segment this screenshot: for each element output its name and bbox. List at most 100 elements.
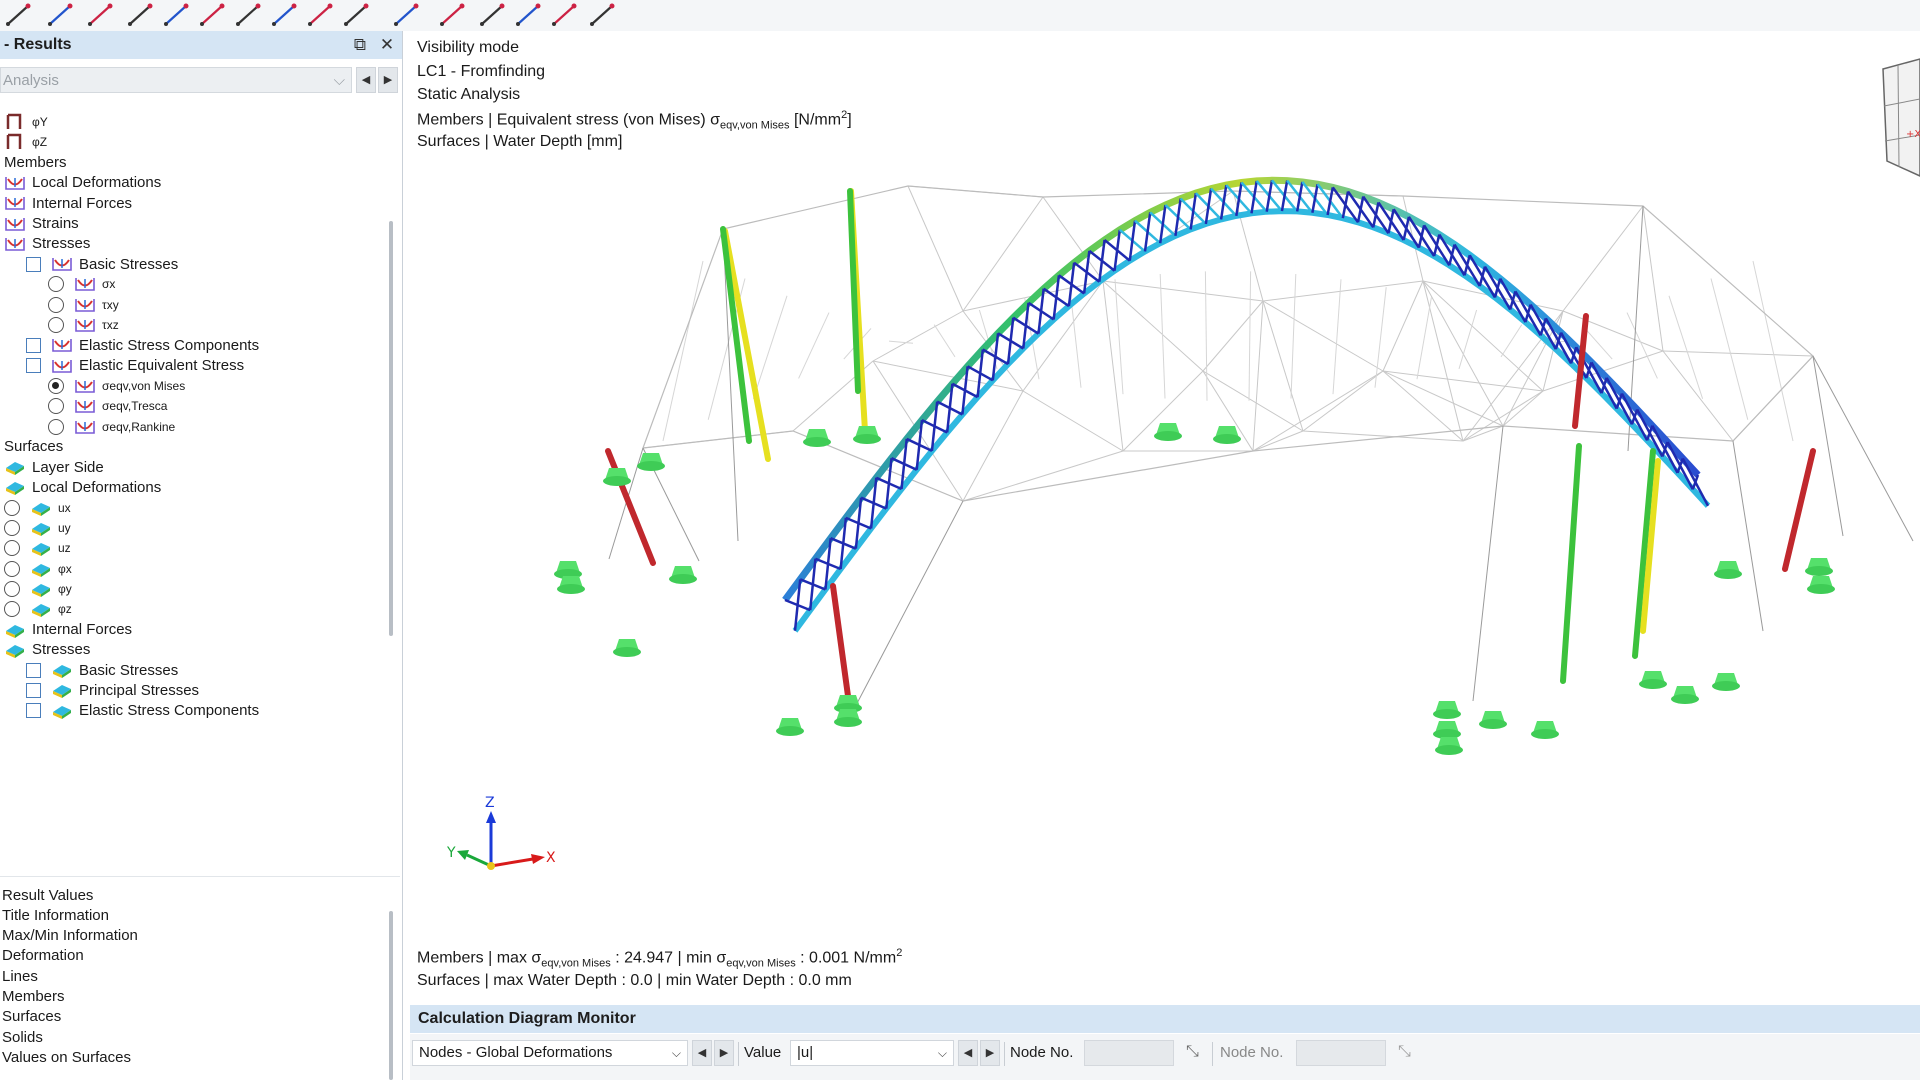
node-no-input-2[interactable]	[1296, 1040, 1386, 1066]
results-panel-header: - Results ⧉ ✕	[0, 31, 402, 59]
node-no-input-1[interactable]	[1084, 1040, 1174, 1066]
tree-item-radio[interactable]	[48, 296, 64, 313]
tree-item-radio[interactable]	[4, 601, 20, 618]
grid-snap-icon[interactable]	[306, 2, 336, 28]
support-icon	[557, 576, 585, 594]
intersect-icon[interactable]	[162, 2, 192, 28]
support-icon	[1807, 576, 1835, 594]
mesh-icon[interactable]	[588, 2, 618, 28]
member-result-icon	[4, 194, 26, 212]
tree-item-checkbox[interactable]	[26, 256, 41, 272]
tree-item-radio[interactable]	[4, 580, 20, 597]
member-result-icon	[4, 215, 26, 233]
support-icon	[1433, 721, 1461, 739]
section-icon[interactable]	[550, 2, 580, 28]
surface-result-icon	[30, 600, 52, 618]
tree-item-checkbox[interactable]	[26, 682, 41, 698]
support-icon	[1712, 673, 1740, 691]
transform-icon[interactable]	[392, 2, 422, 28]
member-rotation-icon	[4, 113, 26, 131]
member-result-icon	[74, 377, 96, 395]
tree-scrollbar[interactable]	[389, 221, 393, 636]
surface-result-icon	[30, 519, 52, 537]
support-icon	[1805, 558, 1833, 576]
view-cube[interactable]: +X	[1882, 58, 1920, 177]
diagram-type-select[interactable]: Nodes - Global Deformations ⌵	[412, 1040, 688, 1066]
previous-value-button[interactable]: ◀	[958, 1040, 978, 1066]
tree-item-checkbox[interactable]	[26, 358, 41, 374]
members-summary-sub2: eqv,von Mises	[726, 957, 796, 970]
close-panel-icon[interactable]: ✕	[377, 35, 397, 55]
tree-item-label: Principal Stresses	[79, 681, 200, 699]
pick-node-icon[interactable]: ⤡	[1186, 1043, 1199, 1061]
support-icon	[603, 468, 631, 486]
value-select-value: |u|	[797, 1044, 814, 1061]
arc-tool-icon[interactable]	[86, 2, 116, 28]
float-panel-icon[interactable]: ⧉	[350, 35, 370, 55]
tree-item-checkbox[interactable]	[26, 703, 41, 719]
tree-item[interactable]: σeqv,Rankine	[48, 415, 175, 439]
tree-item-radio[interactable]	[48, 317, 64, 333]
structure-model[interactable]: +X Z X Y	[403, 31, 1920, 1006]
value-select[interactable]: |u| ⌵	[790, 1040, 954, 1066]
tree-item-radio[interactable]	[48, 398, 64, 415]
next-value-button[interactable]: ▶	[980, 1040, 1000, 1066]
tree-item-label: σx	[102, 277, 116, 292]
next-analysis-button[interactable]: ▶	[378, 67, 398, 93]
member-result-icon	[51, 336, 73, 354]
separator	[738, 1042, 739, 1066]
display-option-label: Max/Min Information	[2, 927, 138, 945]
tree-item-radio[interactable]	[4, 560, 20, 577]
tree-item-checkbox[interactable]	[26, 337, 41, 353]
options-scrollbar[interactable]	[389, 911, 393, 1080]
diagram-type-value: Nodes - Global Deformations	[419, 1044, 613, 1061]
members-summary-a: Members | max σ	[417, 949, 542, 967]
support-icon	[1639, 671, 1667, 689]
tree-item-label: σeqv,von Mises	[102, 378, 186, 393]
column-member	[1560, 443, 1582, 684]
tree-item-radio[interactable]	[48, 276, 64, 293]
tree-item-label: Basic Stresses	[79, 661, 179, 679]
display-option-item[interactable]: Values on Surfaces	[2, 1045, 131, 1069]
tree-item[interactable]: Elastic Stress Components	[26, 699, 259, 723]
line-tool-icon[interactable]	[4, 2, 34, 28]
divide-line-icon[interactable]	[198, 2, 228, 28]
next-diagram-button[interactable]: ▶	[714, 1040, 734, 1066]
tree-item-radio[interactable]	[4, 540, 20, 557]
measure-icon[interactable]	[438, 2, 468, 28]
tree-item-checkbox[interactable]	[26, 662, 41, 678]
star-snap-icon[interactable]	[270, 2, 300, 28]
tree-item-label: uy	[58, 521, 71, 535]
chevron-down-icon: ⌵	[671, 1046, 681, 1060]
tree-item-radio[interactable]	[48, 418, 64, 435]
support-icon	[1714, 561, 1742, 579]
surface-result-icon	[4, 458, 26, 476]
tree-item-radio[interactable]	[4, 520, 20, 536]
column-member	[830, 583, 851, 699]
tree-item-radio-selected[interactable]	[48, 377, 64, 394]
tree-item-label: Elastic Stress Components	[79, 702, 260, 720]
align-icon[interactable]	[342, 2, 372, 28]
chevron-down-icon: ⌵	[937, 1046, 947, 1060]
tree-item-label: Members	[4, 154, 67, 172]
surface-result-icon	[30, 499, 52, 517]
extend-line-icon[interactable]	[234, 2, 264, 28]
model-viewport[interactable]: Visibility mode LC1 - Fromfinding Static…	[403, 31, 1920, 1006]
tree-item-label: τxz	[102, 318, 119, 332]
previous-diagram-button[interactable]: ◀	[692, 1040, 712, 1066]
members-summary-sup: 2	[896, 947, 903, 959]
cross-node-icon[interactable]	[478, 2, 508, 28]
support-icon	[803, 429, 831, 447]
dimension-icon[interactable]	[514, 2, 544, 28]
parallel-lines-icon[interactable]	[126, 2, 156, 28]
membrane-mesh	[642, 185, 1814, 502]
arch-top-chord	[782, 176, 1701, 603]
analysis-combo[interactable]: Analysis ⌵	[0, 67, 352, 93]
svg-text:+X: +X	[1906, 129, 1920, 140]
tree-item-radio[interactable]	[4, 499, 20, 516]
tree-item-label: σeqv,Rankine	[102, 419, 176, 434]
polyline-tool-icon[interactable]	[46, 2, 76, 28]
previous-analysis-button[interactable]: ◀	[356, 67, 376, 93]
cable-lines	[608, 205, 1914, 712]
pick-node-icon[interactable]: ⤡	[1398, 1043, 1411, 1061]
